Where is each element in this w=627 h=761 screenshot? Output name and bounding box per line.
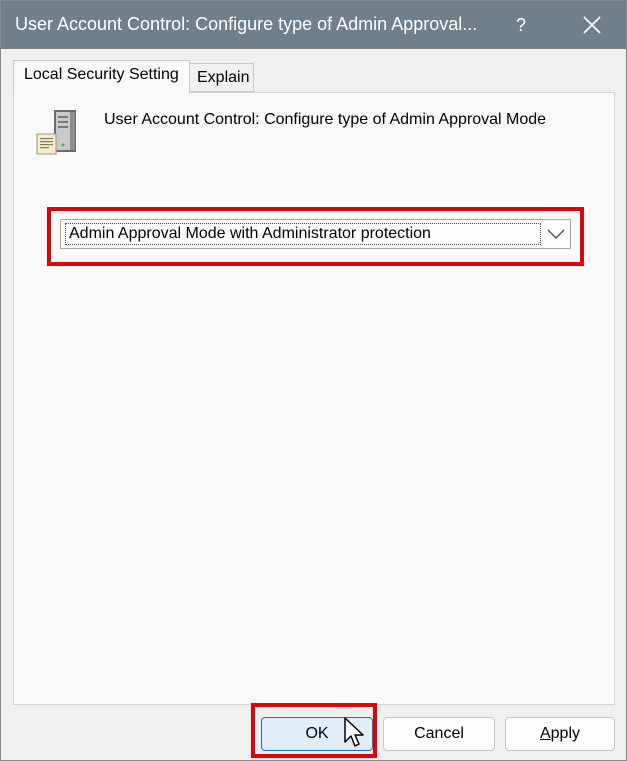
policy-title: User Account Control: Configure type of … [104, 111, 547, 128]
close-button[interactable] [571, 1, 613, 49]
chevron-down-icon [547, 229, 565, 240]
window-title: User Account Control: Configure type of … [15, 14, 478, 34]
tab-local-security-setting[interactable]: Local Security Setting [13, 60, 190, 93]
dialog-window: User Account Control: Configure type of … [0, 0, 627, 761]
dropdown-selected-value: Admin Approval Mode with Administrator p… [65, 223, 541, 245]
tab-label: Local Security Setting [24, 66, 179, 83]
cancel-button[interactable]: Cancel [383, 717, 495, 751]
tab-explain[interactable]: Explain [189, 63, 254, 92]
mouse-cursor-icon [344, 717, 364, 747]
server-policy-icon [36, 110, 76, 155]
apply-button[interactable]: Apply [505, 717, 615, 751]
tab-label: Explain [197, 69, 250, 86]
help-button[interactable]: ? [506, 1, 536, 49]
settings-panel [13, 92, 615, 705]
close-icon [583, 16, 601, 34]
apply-label: Apply [539, 725, 581, 742]
admin-approval-mode-dropdown[interactable]: Admin Approval Mode with Administrator p… [60, 219, 571, 249]
title-bar[interactable]: User Account Control: Configure type of … [1, 1, 626, 49]
